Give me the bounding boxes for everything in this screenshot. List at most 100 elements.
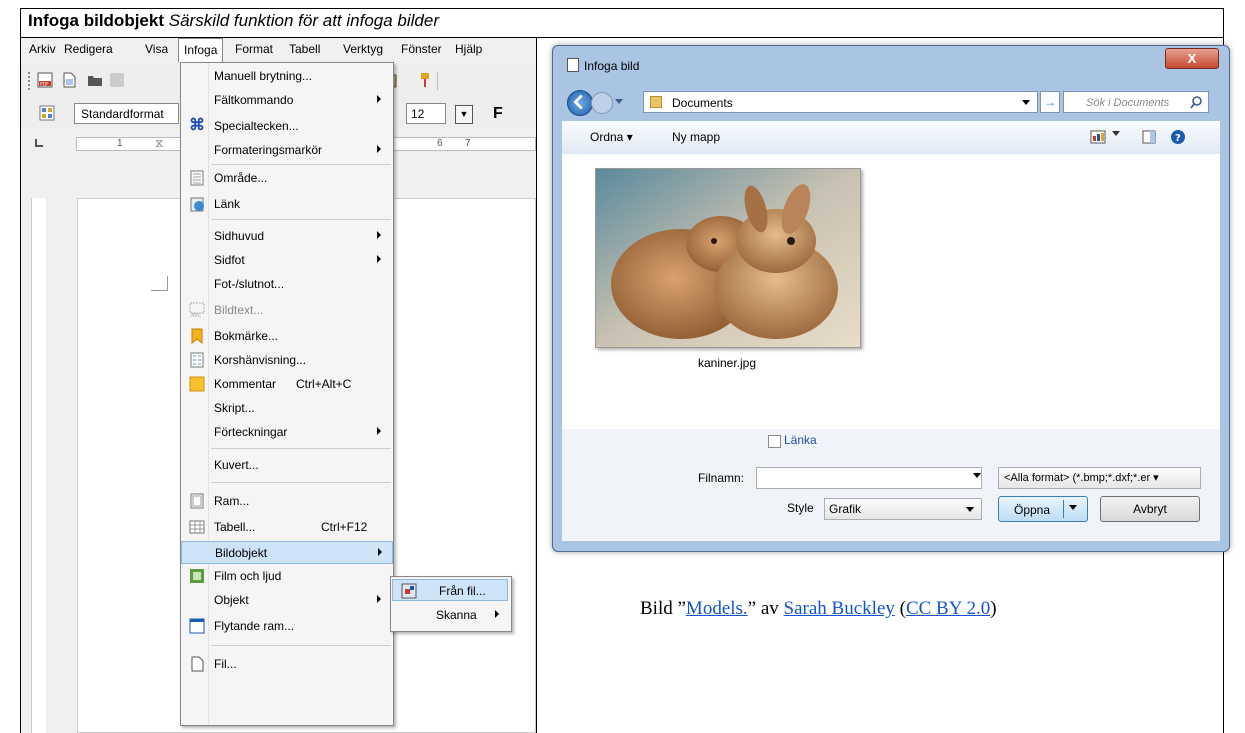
- picture-submenu: Från fil... Skanna: [390, 576, 512, 632]
- menu-format[interactable]: Format: [235, 42, 273, 56]
- frame-icon: [190, 493, 204, 509]
- new-folder-button[interactable]: Ny mapp: [672, 130, 720, 144]
- open-dropdown-icon[interactable]: [1069, 505, 1077, 510]
- submenu-arrow-icon: [377, 95, 381, 103]
- menu-redigera[interactable]: Redigera: [64, 42, 113, 56]
- file-type-select[interactable]: <Alla format> (*.bmp;*.dxf;*.er ▾: [998, 467, 1201, 489]
- menu-item-formatting-mark[interactable]: Formateringsmarkör: [181, 139, 393, 162]
- license-link[interactable]: CC BY 2.0: [906, 598, 990, 619]
- menu-item-envelope[interactable]: Kuvert...: [181, 454, 393, 477]
- menu-verktyg[interactable]: Verktyg: [343, 42, 383, 56]
- file-icon: [191, 656, 204, 672]
- filename-label: Filnamn:: [698, 471, 745, 485]
- refresh-arrow-icon[interactable]: →: [1040, 91, 1060, 113]
- toolbar-separator: [437, 72, 438, 90]
- menu-item-header[interactable]: Sidhuvud: [181, 225, 393, 248]
- menu-item-cross-reference[interactable]: Korshänvisning...: [181, 349, 393, 372]
- style-select[interactable]: Grafik: [824, 498, 982, 520]
- submenu-arrow-icon: [377, 595, 381, 603]
- styles-icon[interactable]: [39, 105, 55, 121]
- author-link[interactable]: Sarah Buckley: [784, 598, 895, 619]
- menu-item-scan[interactable]: Skanna: [392, 604, 508, 626]
- vertical-ruler: [31, 198, 46, 733]
- new-document-icon[interactable]: [61, 72, 77, 88]
- recent-locations-icon[interactable]: [615, 99, 623, 104]
- rabbits-photo-icon: [596, 169, 860, 347]
- search-icon: [1190, 96, 1202, 109]
- insert-menu: Manuell brytning... Fältkommando ⌘ Specia…: [180, 62, 394, 726]
- menu-tabell[interactable]: Tabell: [289, 42, 320, 56]
- link-checkbox[interactable]: [768, 435, 781, 448]
- submenu-arrow-icon: [377, 255, 381, 263]
- export-pdf-icon[interactable]: PDF: [37, 72, 53, 88]
- search-input[interactable]: Sök i Documents: [1063, 91, 1209, 113]
- style-label: Style: [787, 501, 814, 515]
- menu-item-manual-break[interactable]: Manuell brytning...: [181, 65, 393, 88]
- menu-item-object[interactable]: Objekt: [181, 589, 393, 612]
- text-boundary: [167, 276, 168, 291]
- open-button[interactable]: Öppna: [998, 496, 1088, 522]
- cross-reference-icon: [190, 352, 204, 368]
- file-thumbnail[interactable]: [595, 168, 861, 348]
- view-options-icon[interactable]: [1090, 130, 1106, 144]
- menu-item-frame[interactable]: Ram...: [181, 490, 393, 513]
- submenu-arrow-icon: [377, 145, 381, 153]
- bold-button[interactable]: F: [493, 105, 503, 123]
- menu-infoga[interactable]: Infoga: [178, 38, 224, 62]
- floating-frame-icon: [189, 618, 205, 634]
- chevron-down-icon: [966, 507, 974, 512]
- path-dropdown-icon[interactable]: [1022, 100, 1030, 105]
- back-button[interactable]: [567, 90, 593, 116]
- submenu-arrow-icon: [495, 610, 499, 618]
- cancel-button[interactable]: Avbryt: [1100, 496, 1200, 522]
- menu-item-indexes[interactable]: Förteckningar: [181, 421, 393, 444]
- file-name-label[interactable]: kaniner.jpg: [595, 356, 859, 370]
- image-insert-icon: [401, 583, 417, 599]
- menu-fonster[interactable]: Fönster: [401, 42, 442, 56]
- view-dropdown-icon[interactable]: [1112, 131, 1120, 136]
- dialog-title: Infoga bild: [567, 58, 639, 73]
- forward-button[interactable]: [591, 92, 613, 114]
- menu-item-footnote[interactable]: Fot-/slutnot...: [181, 273, 393, 296]
- organize-button[interactable]: Ordna ▾: [590, 130, 633, 144]
- open-folder-icon[interactable]: [87, 72, 103, 88]
- menu-item-media[interactable]: Film och ljud: [181, 565, 393, 588]
- paragraph-style-combo[interactable]: Standardformat: [74, 103, 179, 124]
- menu-item-table[interactable]: Tabell... Ctrl+F12: [181, 516, 393, 539]
- menu-item-floating-frame[interactable]: Flytande ram...: [181, 615, 393, 638]
- header-title: Infoga bildobjekt: [28, 11, 164, 30]
- menu-item-section[interactable]: Område...: [181, 167, 393, 190]
- menu-item-bookmark[interactable]: Bokmärke...: [181, 325, 393, 348]
- menu-item-from-file[interactable]: Från fil...: [392, 579, 508, 601]
- filename-input[interactable]: [756, 467, 982, 489]
- menu-item-comment[interactable]: Kommentar Ctrl+Alt+C: [181, 373, 393, 396]
- menu-item-fields[interactable]: Fältkommando: [181, 89, 393, 112]
- tab-stop-icon[interactable]: [35, 139, 43, 147]
- hyperlink-icon: [190, 197, 204, 212]
- close-button[interactable]: X: [1165, 48, 1219, 69]
- filename-dropdown-icon[interactable]: [973, 473, 981, 478]
- menu-item-script[interactable]: Skript...: [181, 397, 393, 420]
- work-link[interactable]: Models.: [686, 598, 748, 619]
- menu-arkiv[interactable]: Arkiv: [29, 42, 56, 56]
- menu-item-picture[interactable]: Bildobjekt: [181, 541, 393, 564]
- menu-item-special-character[interactable]: ⌘ Specialtecken...: [181, 115, 393, 138]
- font-size-combo[interactable]: 12: [406, 103, 446, 124]
- menubar: Arkiv Redigera Visa Infoga Format Tabell…: [21, 38, 536, 63]
- save-icon[interactable]: [109, 72, 125, 88]
- menu-hjalp[interactable]: Hjälp: [455, 42, 482, 56]
- preview-pane-icon[interactable]: [1142, 130, 1156, 144]
- menu-item-hyperlink[interactable]: Länk: [181, 193, 393, 216]
- document-icon: [553, 58, 567, 72]
- menu-visa[interactable]: Visa: [145, 42, 168, 56]
- menu-item-footer[interactable]: Sidfot: [181, 249, 393, 272]
- format-paintbrush-icon[interactable]: [417, 72, 433, 88]
- font-size-dropdown-icon[interactable]: ▼: [455, 105, 473, 124]
- menu-item-file[interactable]: Fil...: [181, 653, 393, 676]
- link-label[interactable]: Länka: [784, 433, 817, 447]
- indent-marker-icon[interactable]: ⧖: [155, 136, 163, 151]
- path-box[interactable]: Documents: [643, 91, 1038, 113]
- caption-icon: ABC: [189, 302, 205, 318]
- menu-item-caption[interactable]: ABC Bildtext...: [181, 299, 393, 322]
- help-icon[interactable]: ?: [1170, 129, 1186, 145]
